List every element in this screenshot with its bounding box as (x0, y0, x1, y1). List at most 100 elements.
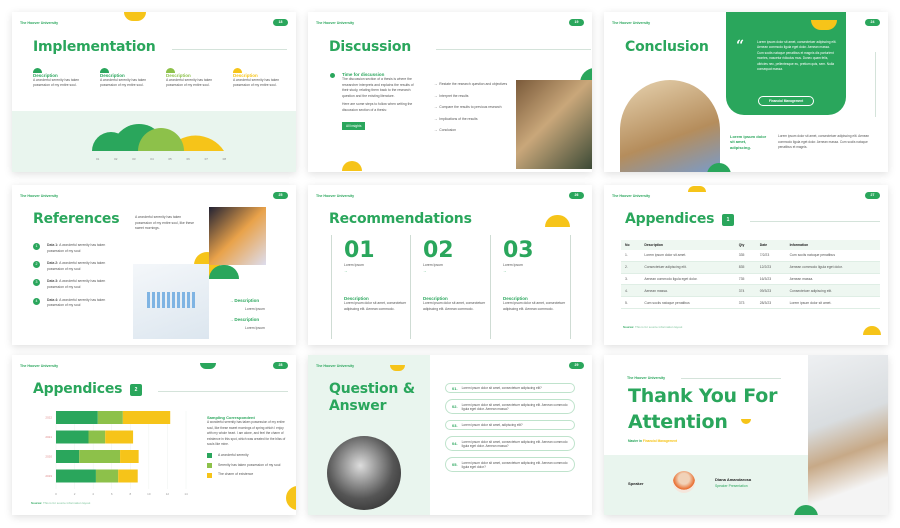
slide-implementation[interactable]: The Hoover University 18 Implementation … (12, 12, 296, 172)
step-item: → Restate the research question and obje… (434, 82, 508, 86)
bar-segment (122, 411, 171, 424)
university-label: The Hoover University (612, 21, 651, 25)
rec-number: 01 (344, 238, 375, 263)
category-label: 2019 (45, 474, 52, 478)
half-circle-decoration (200, 363, 216, 369)
step-item: → Compare the results to previous resear… (434, 105, 502, 110)
question-item[interactable]: 01. Lorem ipsum dolor sit amet, consectet… (445, 383, 575, 393)
number-badge: 1 (33, 243, 40, 250)
legend-item: Serenity has taken possession of my soul (207, 463, 289, 469)
rec-number: 02 (423, 238, 454, 263)
quote-icon: “ (736, 38, 745, 54)
desc-text: A wonderful serenity has taken possessio… (207, 420, 286, 447)
desc-text: Lorem ipsum dolor sit amet, consectetuer… (344, 301, 407, 311)
divider (875, 52, 876, 117)
bottom-band (12, 111, 296, 172)
slide-title: Thank You For Attention (628, 385, 778, 433)
data-item: 1 Data 1: A wonderful serenity has taken … (33, 243, 123, 254)
university-label: The Hoover University (20, 364, 59, 368)
speaker-avatar (673, 471, 695, 493)
desc-column: Description A wonderful serenity has take… (33, 68, 81, 89)
circle-decoration (286, 486, 296, 510)
source-note: Source: This is for source information l… (623, 325, 683, 329)
slide-title: Appendices (625, 211, 715, 227)
data-item: 4 Data 4: A wonderful serenity has taken … (33, 297, 123, 309)
table-row: 5. Cum sociis natoque penatibus 373 28/3/23… (621, 296, 880, 309)
question-list: 01. Lorem ipsum dolor sit amet, consectet… (445, 383, 575, 472)
table-row: 1. Lorem ipsum dolor sit amet. 335 7/2/23 Cu… (621, 250, 880, 262)
university-label: The Hoover University (316, 364, 355, 368)
step-item: → Implications of the results (434, 116, 478, 121)
number-badge: 2 (33, 261, 40, 269)
stacked-bar-chart: 0 2 4 6 8 10 12 14 2022 2021 2020 2019 (45, 411, 188, 496)
desc-text: A wonderful serenity has taken possessio… (233, 77, 280, 88)
appendix-badge: 1 (722, 214, 734, 226)
body-text: Lorem ipsum dolor sit amet, consectetuer… (778, 134, 870, 150)
source-note: Source: This is for source information l… (31, 501, 91, 505)
chart-legend: A wonderful serenity Serenity has taken … (207, 453, 289, 478)
question-item[interactable]: 05. Lorem ipsum dolor sit amet, consectet… (445, 457, 575, 472)
rec-column: 02 Lorem Ipsum → Description Lorem ipsum d… (411, 235, 491, 339)
slide-appendices-chart[interactable]: The Hoover University 28 Appendices 2 02… (12, 355, 296, 515)
quote-panel: “ Lorem ipsum dolor sit amet, consectetu… (726, 12, 846, 115)
slide-thank-you[interactable]: The Hoover University Thank You For Atte… (604, 355, 888, 515)
question-item[interactable]: 04. Lorem ipsum dolor sit amet, consectet… (445, 436, 575, 451)
financial-management-button[interactable]: Financial Management (758, 96, 815, 106)
speaker-name: Diana Amandarosa (715, 477, 752, 482)
slide-question-answer[interactable]: The Hoover University 29 Question & Answ… (308, 355, 592, 515)
slide-title: Implementation (33, 39, 156, 55)
arrow-icon: → (423, 268, 427, 273)
desc-text: Lorem ipsum dolor sit amet, consectetuer… (423, 301, 486, 311)
question-item[interactable]: 03. Lorem ipsum dolor sit amet, adipiscin… (445, 420, 575, 430)
divider (158, 391, 288, 392)
slide-appendices-table[interactable]: The Hoover University 27 Appendices 1 No… (604, 185, 888, 345)
slide-conclusion[interactable]: The Hoover University 24 Conclusion “ Lo… (604, 12, 888, 172)
paragraph: Here are some steps to follow when writi… (342, 102, 413, 112)
desc-column: Description A wonderful serenity has take… (100, 68, 148, 89)
quote-text: Lorem ipsum dolor sit amet, consectetuer… (757, 40, 837, 72)
leaf-icon (330, 73, 335, 78)
data-list: 1 Data 1: A wonderful serenity has taken … (33, 243, 123, 309)
axis-label: 05 (168, 157, 172, 161)
axis-label: 01 (96, 157, 100, 161)
slide-title: Discussion (329, 39, 412, 55)
chart-description: Sampling Correspondent A wonderful seren… (207, 415, 289, 478)
desc-text: Lorem Ipsum (245, 326, 265, 330)
bar-segment (56, 450, 80, 463)
axis-label: 07 (204, 157, 208, 161)
bar-segment (79, 450, 121, 463)
half-circle-decoration (688, 186, 706, 192)
x-tick-label: 4 (92, 492, 94, 496)
slide-number: 25 (273, 192, 288, 199)
table-row: 3. Aenean commodo ligula eget dolor. 735 16… (621, 273, 880, 286)
bar-segment (118, 469, 138, 483)
divider (681, 378, 781, 379)
slide-recommendations[interactable]: The Hoover University 26 Recommendations… (308, 185, 592, 345)
insights-button[interactable]: All Insights (342, 121, 366, 130)
table-header: No Description Qty Date Information (621, 240, 880, 250)
x-tick-label: 14 (184, 492, 188, 496)
question-item[interactable]: 02. Lorem ipsum dolor sit amet, consectet… (445, 399, 575, 414)
slide-title: Recommendations (329, 211, 472, 227)
bar-segment (56, 430, 89, 444)
bar-segment (56, 469, 96, 483)
laptop-photo (808, 355, 888, 515)
slide-discussion[interactable]: The Hoover University 19 Discussion Time… (308, 12, 592, 172)
subtitle: Master in Financial Management (628, 439, 678, 443)
slide-title: Conclusion (625, 39, 709, 55)
slide-number: 24 (865, 19, 880, 26)
bar-segment (88, 430, 106, 444)
slide-number: 19 (569, 19, 584, 26)
half-circle-decoration (811, 20, 837, 30)
desc-text: A wonderful serenity has taken possessio… (33, 77, 80, 88)
desc-text: A wonderful serenity has taken possessio… (166, 77, 213, 88)
slide-title: Question & Answer (329, 381, 415, 414)
university-label: The Hoover University (20, 194, 59, 198)
arrow-icon: → (344, 268, 348, 273)
divider (172, 49, 287, 50)
slide-references[interactable]: The Hoover University 25 References A wo… (12, 185, 296, 345)
data-item: 2 Data 2: A wonderful serenity has taken … (33, 261, 123, 272)
category-label: 2021 (45, 435, 52, 439)
category-label: 2020 (45, 455, 52, 459)
x-tick-label: 8 (129, 492, 131, 496)
